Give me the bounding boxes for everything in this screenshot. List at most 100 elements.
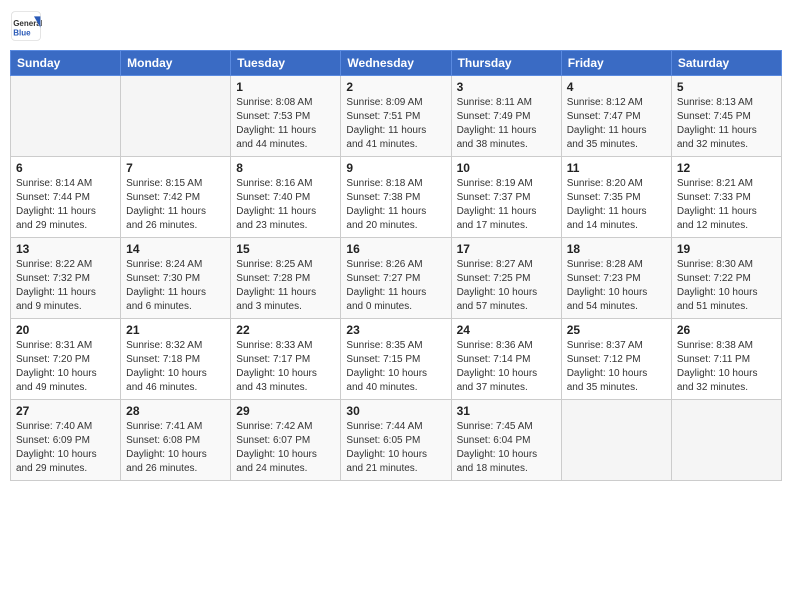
day-info: Sunrise: 8:14 AMSunset: 7:44 PMDaylight:… <box>16 177 115 233</box>
calendar-cell: 30 Sunrise: 7:44 AMSunset: 6:05 PMDayligh… <box>341 400 451 481</box>
day-info: Sunrise: 8:16 AMSunset: 7:40 PMDaylight:… <box>236 177 335 233</box>
day-info: Sunrise: 8:09 AMSunset: 7:51 PMDaylight:… <box>346 96 445 152</box>
calendar-cell: 23 Sunrise: 8:35 AMSunset: 7:15 PMDayligh… <box>341 319 451 400</box>
logo: General Blue <box>10 10 44 42</box>
day-number: 1 <box>236 80 335 94</box>
day-number: 28 <box>126 404 225 418</box>
calendar-cell: 5 Sunrise: 8:13 AMSunset: 7:45 PMDaylight… <box>671 76 781 157</box>
calendar-cell: 15Sunrise: 8:25 AMSunset: 7:28 PMDayligh… <box>231 238 341 319</box>
calendar-cell: 14 Sunrise: 8:24 AMSunset: 7:30 PMDayligh… <box>121 238 231 319</box>
day-number: 6 <box>16 161 115 175</box>
calendar-cell: 7 Sunrise: 8:15 AMSunset: 7:42 PMDaylight… <box>121 157 231 238</box>
day-info: Sunrise: 8:11 AMSunset: 7:49 PMDaylight:… <box>457 96 556 152</box>
calendar-cell: 26Sunrise: 8:38 AMSunset: 7:11 PMDayligh… <box>671 319 781 400</box>
weekday-header-wednesday: Wednesday <box>341 51 451 76</box>
calendar-week-2: 6 Sunrise: 8:14 AMSunset: 7:44 PMDaylight… <box>11 157 782 238</box>
calendar-cell: 18Sunrise: 8:28 AMSunset: 7:23 PMDayligh… <box>561 238 671 319</box>
calendar-cell: 3Sunrise: 8:11 AMSunset: 7:49 PMDaylight… <box>451 76 561 157</box>
calendar-cell: 28 Sunrise: 7:41 AMSunset: 6:08 PMDayligh… <box>121 400 231 481</box>
calendar-cell: 25 Sunrise: 8:37 AMSunset: 7:12 PMDayligh… <box>561 319 671 400</box>
calendar-cell <box>121 76 231 157</box>
day-info: Sunrise: 7:41 AMSunset: 6:08 PMDaylight:… <box>126 420 225 476</box>
day-number: 7 <box>126 161 225 175</box>
day-number: 23 <box>346 323 445 337</box>
day-number: 17 <box>457 242 556 256</box>
day-info: Sunrise: 7:42 AMSunset: 6:07 PMDaylight:… <box>236 420 335 476</box>
day-number: 2 <box>346 80 445 94</box>
day-number: 11 <box>567 161 666 175</box>
weekday-header-thursday: Thursday <box>451 51 561 76</box>
calendar-cell <box>561 400 671 481</box>
calendar-cell: 12 Sunrise: 8:21 AMSunset: 7:33 PMDayligh… <box>671 157 781 238</box>
calendar-cell: 16 Sunrise: 8:26 AMSunset: 7:27 PMDayligh… <box>341 238 451 319</box>
day-number: 20 <box>16 323 115 337</box>
svg-text:Blue: Blue <box>13 29 31 38</box>
calendar-cell: 20 Sunrise: 8:31 AMSunset: 7:20 PMDayligh… <box>11 319 121 400</box>
day-info: Sunrise: 8:36 AMSunset: 7:14 PMDaylight:… <box>457 339 556 395</box>
day-info: Sunrise: 8:21 AMSunset: 7:33 PMDaylight:… <box>677 177 776 233</box>
day-info: Sunrise: 8:22 AMSunset: 7:32 PMDaylight:… <box>16 258 115 314</box>
day-info: Sunrise: 8:24 AMSunset: 7:30 PMDaylight:… <box>126 258 225 314</box>
day-info: Sunrise: 8:35 AMSunset: 7:15 PMDaylight:… <box>346 339 445 395</box>
day-info: Sunrise: 8:37 AMSunset: 7:12 PMDaylight:… <box>567 339 666 395</box>
calendar-cell: 10Sunrise: 8:19 AMSunset: 7:37 PMDayligh… <box>451 157 561 238</box>
day-number: 24 <box>457 323 556 337</box>
day-number: 12 <box>677 161 776 175</box>
day-number: 8 <box>236 161 335 175</box>
calendar-cell: 24 Sunrise: 8:36 AMSunset: 7:14 PMDayligh… <box>451 319 561 400</box>
day-info: Sunrise: 8:18 AMSunset: 7:38 PMDaylight:… <box>346 177 445 233</box>
day-info: Sunrise: 8:31 AMSunset: 7:20 PMDaylight:… <box>16 339 115 395</box>
day-info: Sunrise: 8:13 AMSunset: 7:45 PMDaylight:… <box>677 96 776 152</box>
day-number: 9 <box>346 161 445 175</box>
day-info: Sunrise: 8:15 AMSunset: 7:42 PMDaylight:… <box>126 177 225 233</box>
day-info: Sunrise: 8:08 AMSunset: 7:53 PMDaylight:… <box>236 96 335 152</box>
calendar-week-5: 27Sunrise: 7:40 AMSunset: 6:09 PMDayligh… <box>11 400 782 481</box>
calendar-cell: 19 Sunrise: 8:30 AMSunset: 7:22 PMDayligh… <box>671 238 781 319</box>
calendar-cell: 29 Sunrise: 7:42 AMSunset: 6:07 PMDayligh… <box>231 400 341 481</box>
day-number: 4 <box>567 80 666 94</box>
day-info: Sunrise: 8:30 AMSunset: 7:22 PMDaylight:… <box>677 258 776 314</box>
day-number: 30 <box>346 404 445 418</box>
day-number: 13 <box>16 242 115 256</box>
calendar-cell: 22 Sunrise: 8:33 AMSunset: 7:17 PMDayligh… <box>231 319 341 400</box>
calendar-cell: 21 Sunrise: 8:32 AMSunset: 7:18 PMDayligh… <box>121 319 231 400</box>
day-number: 29 <box>236 404 335 418</box>
day-number: 26 <box>677 323 776 337</box>
day-number: 14 <box>126 242 225 256</box>
weekday-header-monday: Monday <box>121 51 231 76</box>
calendar-table: SundayMondayTuesdayWednesdayThursdayFrid… <box>10 50 782 481</box>
calendar-cell: 31Sunrise: 7:45 AMSunset: 6:04 PMDayligh… <box>451 400 561 481</box>
calendar-cell <box>671 400 781 481</box>
calendar-cell: 2 Sunrise: 8:09 AMSunset: 7:51 PMDaylight… <box>341 76 451 157</box>
day-number: 5 <box>677 80 776 94</box>
day-info: Sunrise: 8:25 AMSunset: 7:28 PMDaylight:… <box>236 258 335 314</box>
day-number: 31 <box>457 404 556 418</box>
calendar-cell: 13 Sunrise: 8:22 AMSunset: 7:32 PMDayligh… <box>11 238 121 319</box>
calendar-cell: 9 Sunrise: 8:18 AMSunset: 7:38 PMDaylight… <box>341 157 451 238</box>
day-number: 19 <box>677 242 776 256</box>
day-info: Sunrise: 8:28 AMSunset: 7:23 PMDaylight:… <box>567 258 666 314</box>
calendar-cell: 17 Sunrise: 8:27 AMSunset: 7:25 PMDayligh… <box>451 238 561 319</box>
day-info: Sunrise: 8:26 AMSunset: 7:27 PMDaylight:… <box>346 258 445 314</box>
day-info: Sunrise: 8:32 AMSunset: 7:18 PMDaylight:… <box>126 339 225 395</box>
calendar-cell: 11 Sunrise: 8:20 AMSunset: 7:35 PMDayligh… <box>561 157 671 238</box>
day-number: 21 <box>126 323 225 337</box>
day-info: Sunrise: 8:20 AMSunset: 7:35 PMDaylight:… <box>567 177 666 233</box>
day-info: Sunrise: 8:12 AMSunset: 7:47 PMDaylight:… <box>567 96 666 152</box>
day-info: Sunrise: 8:33 AMSunset: 7:17 PMDaylight:… <box>236 339 335 395</box>
weekday-header-friday: Friday <box>561 51 671 76</box>
calendar-header-row: SundayMondayTuesdayWednesdayThursdayFrid… <box>11 51 782 76</box>
day-info: Sunrise: 8:27 AMSunset: 7:25 PMDaylight:… <box>457 258 556 314</box>
day-info: Sunrise: 8:19 AMSunset: 7:37 PMDaylight:… <box>457 177 556 233</box>
calendar-week-3: 13 Sunrise: 8:22 AMSunset: 7:32 PMDayligh… <box>11 238 782 319</box>
day-number: 16 <box>346 242 445 256</box>
day-info: Sunrise: 7:44 AMSunset: 6:05 PMDaylight:… <box>346 420 445 476</box>
day-number: 25 <box>567 323 666 337</box>
weekday-header-tuesday: Tuesday <box>231 51 341 76</box>
calendar-cell: 27Sunrise: 7:40 AMSunset: 6:09 PMDayligh… <box>11 400 121 481</box>
calendar-cell: 6 Sunrise: 8:14 AMSunset: 7:44 PMDaylight… <box>11 157 121 238</box>
calendar-cell: 8 Sunrise: 8:16 AMSunset: 7:40 PMDaylight… <box>231 157 341 238</box>
calendar-cell <box>11 76 121 157</box>
day-number: 22 <box>236 323 335 337</box>
calendar-week-1: 1 Sunrise: 8:08 AMSunset: 7:53 PMDaylight… <box>11 76 782 157</box>
